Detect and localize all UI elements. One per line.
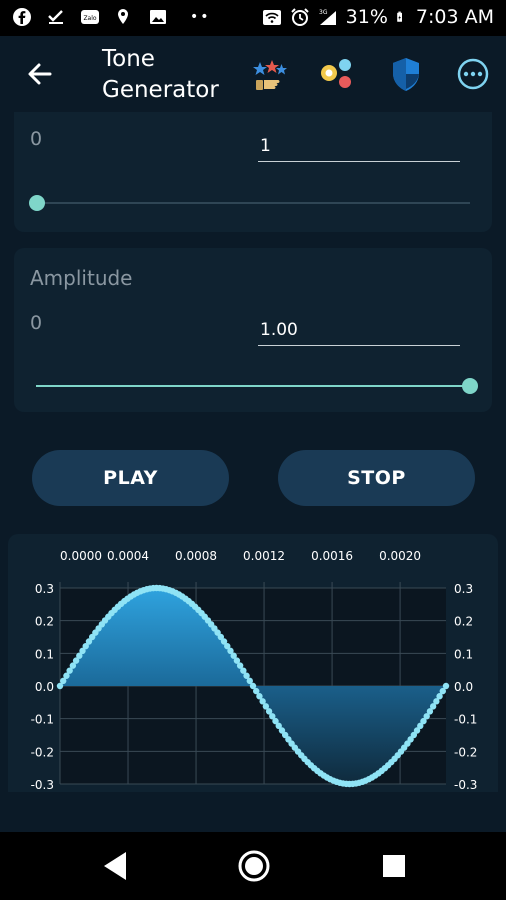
check-list-icon	[48, 10, 63, 24]
y-tick-label-right: -0.2	[454, 745, 477, 759]
network-type: 3G	[319, 9, 328, 16]
frequency-card: 0	[14, 112, 492, 232]
waveform-point	[442, 682, 450, 690]
y-tick-label-right: -0.3	[454, 778, 477, 792]
y-tick-label-left: -0.3	[31, 778, 54, 792]
amplitude-card: Amplitude 0	[14, 248, 492, 412]
nav-back-icon[interactable]	[96, 846, 136, 886]
status-left-icons: Zalo ••	[12, 7, 211, 27]
waveform-chart-svg: 0.3 0.3 0.2 0.2 0.1 0.1 0.0 0.0 -0.1 -0.1 -0.2 -0.2…	[31, 549, 478, 792]
y-tick-label-left: 0.2	[35, 615, 54, 629]
frequency-slider-track[interactable]	[36, 202, 470, 204]
frequency-min-label: 0	[30, 128, 43, 150]
battery-percent: 31%	[345, 6, 388, 28]
app-bar: Tone Generator	[0, 36, 506, 112]
wifi-icon	[262, 10, 281, 25]
y-tick-label-right: 0.0	[454, 680, 473, 694]
status-bar: Zalo •• 3G 31% 7:03 AM	[0, 0, 506, 36]
location-icon	[118, 9, 128, 24]
stop-button[interactable]: STOP	[278, 450, 475, 506]
status-right: 3G 31% 7:03 AM	[262, 6, 494, 28]
x-tick-label: 0.0016	[311, 549, 353, 563]
system-nav-bar	[0, 832, 506, 900]
frequency-value-field[interactable]	[258, 130, 460, 162]
y-tick-label-left: 0.0	[35, 680, 54, 694]
color-picker-icon[interactable]	[318, 54, 358, 94]
y-tick-label-left: 0.1	[35, 647, 54, 661]
back-arrow-icon[interactable]	[22, 56, 58, 92]
waveform-chart: 0.3 0.3 0.2 0.2 0.1 0.1 0.0 0.0 -0.1 -0.1 -0.2 -0.2…	[8, 534, 498, 792]
signal-icon: 3G	[319, 9, 336, 25]
y-tick-label-left: 0.3	[35, 582, 54, 596]
y-tick-label-right: 0.3	[454, 582, 473, 596]
zalo-icon: Zalo	[81, 10, 99, 24]
y-tick-label-right: 0.1	[454, 647, 473, 661]
more-notifications-dots: ••	[190, 9, 211, 25]
image-icon	[150, 10, 166, 24]
play-button[interactable]: PLAY	[32, 450, 229, 506]
x-tick-label: 0.0012	[243, 549, 285, 563]
x-tick-label: 0.0004	[107, 549, 149, 563]
nav-home-icon[interactable]	[234, 846, 274, 886]
y-tick-label-right: -0.1	[454, 713, 477, 727]
amplitude-slider-thumb[interactable]	[462, 378, 478, 394]
shield-icon[interactable]	[386, 54, 426, 94]
amplitude-slider-track[interactable]	[36, 385, 470, 387]
facebook-icon	[13, 8, 31, 26]
x-tick-label: 0.0008	[175, 549, 217, 563]
amplitude-value-field[interactable]	[258, 314, 460, 346]
frequency-slider-thumb[interactable]	[29, 195, 45, 211]
more-options-icon[interactable]	[453, 54, 493, 94]
app-title: Tone Generator	[102, 46, 219, 103]
amplitude-title: Amplitude	[30, 266, 133, 290]
x-tick-label: 0.0000	[60, 549, 102, 563]
clock: 7:03 AM	[415, 6, 494, 28]
x-tick-label: 0.0020	[379, 549, 421, 563]
y-tick-label-left: -0.2	[31, 745, 54, 759]
svg-text:Zalo: Zalo	[83, 15, 96, 22]
nav-recents-icon[interactable]	[374, 846, 414, 886]
battery-icon	[397, 11, 402, 22]
y-tick-label-right: 0.2	[454, 615, 473, 629]
y-tick-label-left: -0.1	[31, 713, 54, 727]
alarm-icon	[290, 8, 309, 26]
rate-app-icon[interactable]	[250, 54, 290, 94]
amplitude-min-label: 0	[30, 312, 43, 334]
